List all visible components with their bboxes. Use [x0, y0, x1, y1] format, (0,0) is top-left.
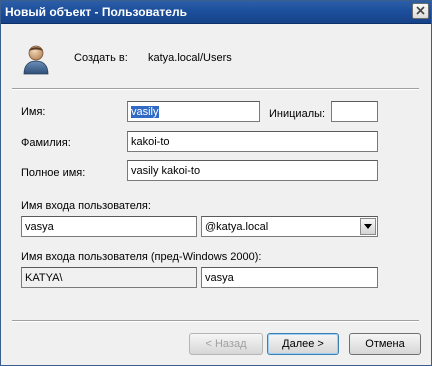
first-name-field[interactable]: vasily — [127, 101, 260, 122]
initials-label: Инициалы: — [269, 108, 326, 120]
last-name-field[interactable]: kakoi-to — [127, 131, 378, 152]
logon-name-field[interactable]: vasya — [21, 216, 197, 237]
title-bar[interactable]: Новый объект - Пользователь — [1, 1, 431, 24]
dropdown-button[interactable] — [360, 218, 376, 235]
footer-separator — [12, 320, 419, 322]
cancel-button[interactable]: Отмена — [349, 333, 421, 355]
first-name-label: Имя: — [21, 106, 46, 118]
next-button[interactable]: Далее > — [267, 333, 339, 355]
pre2000-logon-value: vasya — [205, 272, 234, 284]
initials-field[interactable] — [331, 101, 378, 122]
logon-name-label: Имя входа пользователя: — [21, 200, 151, 212]
close-button[interactable] — [412, 3, 429, 19]
pre2000-domain-value: KATYA\ — [25, 272, 63, 284]
window-title: Новый объект - Пользователь — [5, 5, 187, 19]
user-icon — [23, 45, 49, 75]
full-name-value: vasily kakoi-to — [131, 165, 201, 177]
back-button[interactable]: < Назад — [189, 333, 263, 355]
full-name-label: Полное имя: — [21, 167, 86, 179]
pre2000-logon-label: Имя входа пользователя (пред-Windows 200… — [21, 251, 262, 263]
container-path: katya.local/Users — [148, 52, 232, 64]
pre2000-domain-field: KATYA\ — [21, 267, 197, 288]
last-name-value: kakoi-to — [131, 136, 170, 148]
create-in-label: Создать в: — [74, 52, 128, 64]
last-name-label: Фамилия: — [21, 137, 71, 149]
full-name-field[interactable]: vasily kakoi-to — [127, 160, 378, 181]
close-icon — [416, 6, 425, 15]
header-separator — [12, 88, 419, 90]
logon-name-value: vasya — [25, 221, 54, 233]
first-name-value: vasily — [131, 106, 159, 118]
chevron-down-icon — [364, 224, 372, 229]
pre2000-logon-field[interactable]: vasya — [201, 267, 378, 288]
upn-suffix-value: @katya.local — [205, 221, 269, 233]
upn-suffix-dropdown[interactable]: @katya.local — [201, 216, 378, 237]
new-user-dialog: Новый объект - Пользователь Создать в: k… — [0, 0, 432, 366]
